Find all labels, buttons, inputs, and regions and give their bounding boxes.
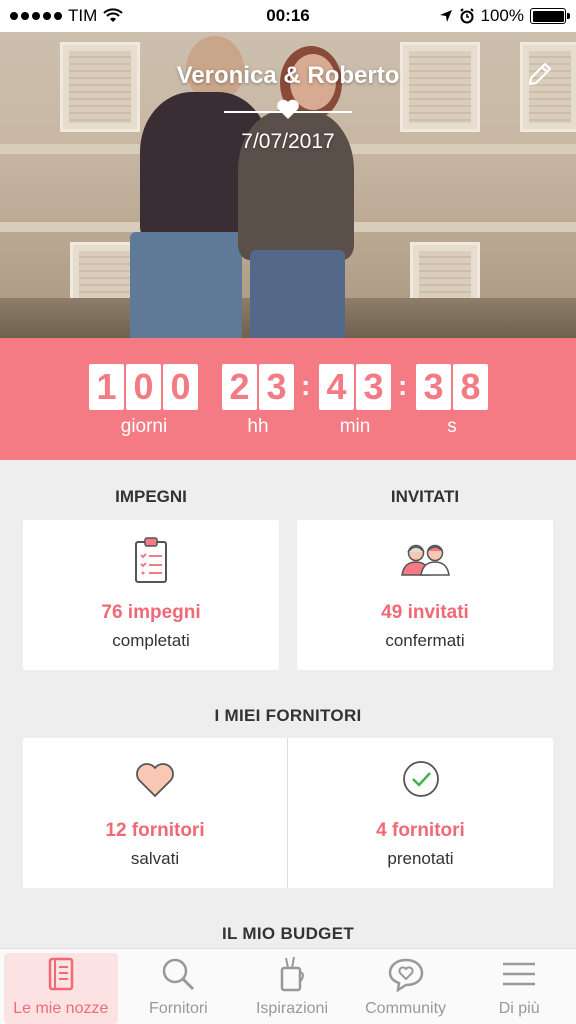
seconds-label: s	[447, 416, 457, 437]
invitati-card[interactable]: 49 invitati confermati	[297, 520, 553, 670]
alarm-icon	[459, 8, 474, 24]
heart-icon	[276, 98, 300, 122]
carrier-label: TIM	[68, 6, 98, 25]
tab-label: Fornitori	[149, 1000, 208, 1017]
heart-icon	[135, 762, 175, 803]
countdown-separator: :	[301, 370, 311, 401]
photo-man-jeans	[130, 232, 242, 338]
minutes-label: min	[339, 416, 371, 437]
countdown-digit: 3	[259, 364, 294, 410]
checklist-icon	[134, 536, 168, 589]
fornitori-saved-sub: salvati	[130, 849, 180, 868]
invitati-count: 49 invitati	[381, 602, 469, 623]
tab-label: Di più	[498, 1000, 540, 1017]
status-right: 100%	[439, 6, 570, 26]
menu-icon	[503, 962, 536, 986]
tab-ispirazioni[interactable]: Ispirazioni	[235, 949, 349, 1024]
invitati-sub: confermati	[385, 631, 465, 650]
clock: 00:16	[266, 6, 310, 25]
countdown-digit: 0	[126, 364, 161, 410]
signal-icon	[10, 12, 62, 20]
guests-icon	[399, 542, 451, 581]
tab-fornitori[interactable]: Fornitori	[122, 949, 236, 1024]
countdown-panel: 1 0 0 2 3 : 4 3 : 3 8 giorni hh min s	[0, 338, 576, 460]
wedding-date: 7/07/2017	[241, 130, 335, 153]
tab-bar: Le mie nozze Fornitori Ispirazioni Commu…	[0, 948, 576, 1024]
countdown-digit: 1	[89, 364, 124, 410]
tab-label: Le mie nozze	[13, 1000, 109, 1017]
countdown-digit: 3	[416, 364, 451, 410]
tab-le-mie-nozze[interactable]: Le mie nozze	[4, 953, 118, 1024]
battery-percent: 100%	[480, 6, 524, 25]
couple-names: Veronica & Roberto	[176, 62, 400, 89]
hours-label: hh	[247, 416, 269, 437]
notebook-icon	[48, 957, 74, 991]
pencil-icon[interactable]	[526, 60, 554, 88]
community-icon	[388, 958, 423, 993]
countdown-digit: 8	[453, 364, 488, 410]
photo-woman-jeans	[250, 250, 345, 338]
countdown-digit: 3	[356, 364, 391, 410]
location-arrow-icon	[439, 10, 452, 22]
countdown-digit: 4	[319, 364, 354, 410]
impegni-count: 76 impegni	[101, 602, 201, 623]
fornitori-booked-count: 4 fornitori	[376, 820, 465, 841]
fornitori-booked[interactable]: 4 fornitori prenotati	[288, 738, 553, 888]
tab-label: Ispirazioni	[255, 1000, 328, 1017]
check-circle-icon	[402, 760, 440, 803]
impegni-card[interactable]: 76 impegni completati	[23, 520, 279, 670]
tab-community[interactable]: Community	[349, 949, 463, 1024]
budget-title: IL MIO BUDGET	[221, 924, 355, 943]
wifi-icon	[103, 8, 123, 22]
inspiration-icon	[280, 956, 304, 992]
countdown-digit: 2	[222, 364, 257, 410]
status-bar: TIM 00:16 100%	[0, 0, 576, 32]
fornitori-saved[interactable]: 12 fornitori salvati	[23, 738, 287, 888]
tab-di-piu[interactable]: Di più	[462, 949, 576, 1024]
countdown-separator: :	[398, 370, 408, 401]
invitati-title: INVITATI	[390, 487, 460, 506]
fornitori-title: I MIEI FORNITORI	[214, 706, 362, 725]
fornitori-booked-sub: prenotati	[387, 849, 454, 868]
battery-icon	[530, 8, 570, 24]
search-icon	[163, 958, 195, 991]
tab-label: Community	[365, 1000, 447, 1017]
hero-photo: Veronica & Roberto 7/07/2017	[0, 32, 576, 338]
status-left: TIM	[10, 6, 123, 26]
days-label: giorni	[120, 416, 168, 437]
fornitori-saved-count: 12 fornitori	[105, 820, 205, 841]
fornitori-card: 12 fornitori salvati 4 fornitori prenota…	[23, 738, 553, 888]
countdown-digit: 0	[163, 364, 198, 410]
impegni-sub: completati	[112, 631, 190, 650]
impegni-title: IMPEGNI	[115, 487, 187, 506]
